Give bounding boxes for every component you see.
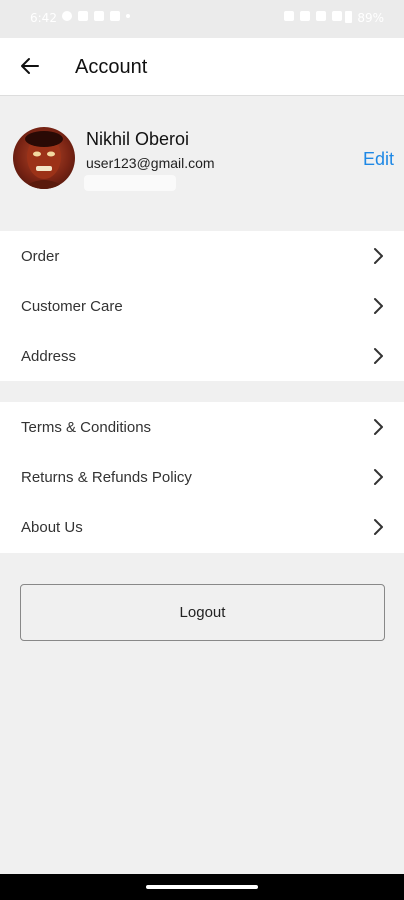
menu-item-label: Customer Care	[21, 298, 123, 315]
menu-item-label: Order	[21, 248, 60, 265]
notification-icons	[62, 11, 130, 21]
chevron-right-icon	[374, 298, 383, 314]
mute-icon	[284, 11, 294, 21]
battery-level: 89%	[357, 11, 384, 25]
signal-icon	[316, 11, 326, 21]
logout-button[interactable]: Logout	[20, 584, 385, 641]
volte-icon	[300, 11, 310, 21]
arrow-left-icon[interactable]	[18, 54, 42, 78]
menu-item-returns-refunds[interactable]: Returns & Refunds Policy	[0, 452, 404, 502]
snapchat-icon	[110, 11, 120, 21]
redacted-phone	[84, 175, 176, 191]
battery-icon	[345, 11, 352, 23]
user-email: user123@gmail.com	[86, 155, 215, 171]
status-time: 6:42	[30, 11, 57, 25]
menu-item-label: About Us	[21, 519, 83, 536]
whatsapp-icon	[62, 11, 72, 21]
chevron-right-icon	[374, 419, 383, 435]
chevron-right-icon	[374, 348, 383, 364]
chevron-right-icon	[374, 248, 383, 264]
wifi-icon	[332, 11, 342, 21]
menu-item-about-us[interactable]: About Us	[0, 502, 404, 552]
menu-item-terms[interactable]: Terms & Conditions	[0, 402, 404, 452]
menu-item-address[interactable]: Address	[0, 331, 404, 381]
menu-item-order[interactable]: Order	[0, 231, 404, 281]
system-icons	[284, 11, 342, 21]
home-gesture-handle[interactable]	[146, 885, 258, 889]
chevron-right-icon	[374, 519, 383, 535]
snapchat-icon	[78, 11, 88, 21]
app-bar: Account	[0, 38, 404, 96]
logout-label: Logout	[179, 604, 226, 621]
avatar	[13, 127, 75, 189]
menu-item-label: Returns & Refunds Policy	[21, 469, 192, 486]
bell-icon	[94, 11, 104, 21]
profile-section: Nikhil Oberoi user123@gmail.com Edit	[0, 97, 404, 215]
chevron-right-icon	[374, 469, 383, 485]
user-name: Nikhil Oberoi	[86, 129, 190, 149]
dot-icon	[126, 14, 130, 18]
edit-button[interactable]: Edit	[363, 149, 394, 170]
menu-item-customer-care[interactable]: Customer Care	[0, 281, 404, 331]
menu-card-info: Terms & Conditions Returns & Refunds Pol…	[0, 402, 404, 553]
system-nav-bar	[0, 874, 404, 900]
page-title: Account	[75, 56, 148, 78]
menu-item-label: Address	[21, 348, 77, 365]
status-bar: 6:42 89%	[0, 0, 404, 38]
menu-item-label: Terms & Conditions	[21, 419, 152, 436]
menu-card-primary: Order Customer Care Address	[0, 231, 404, 381]
